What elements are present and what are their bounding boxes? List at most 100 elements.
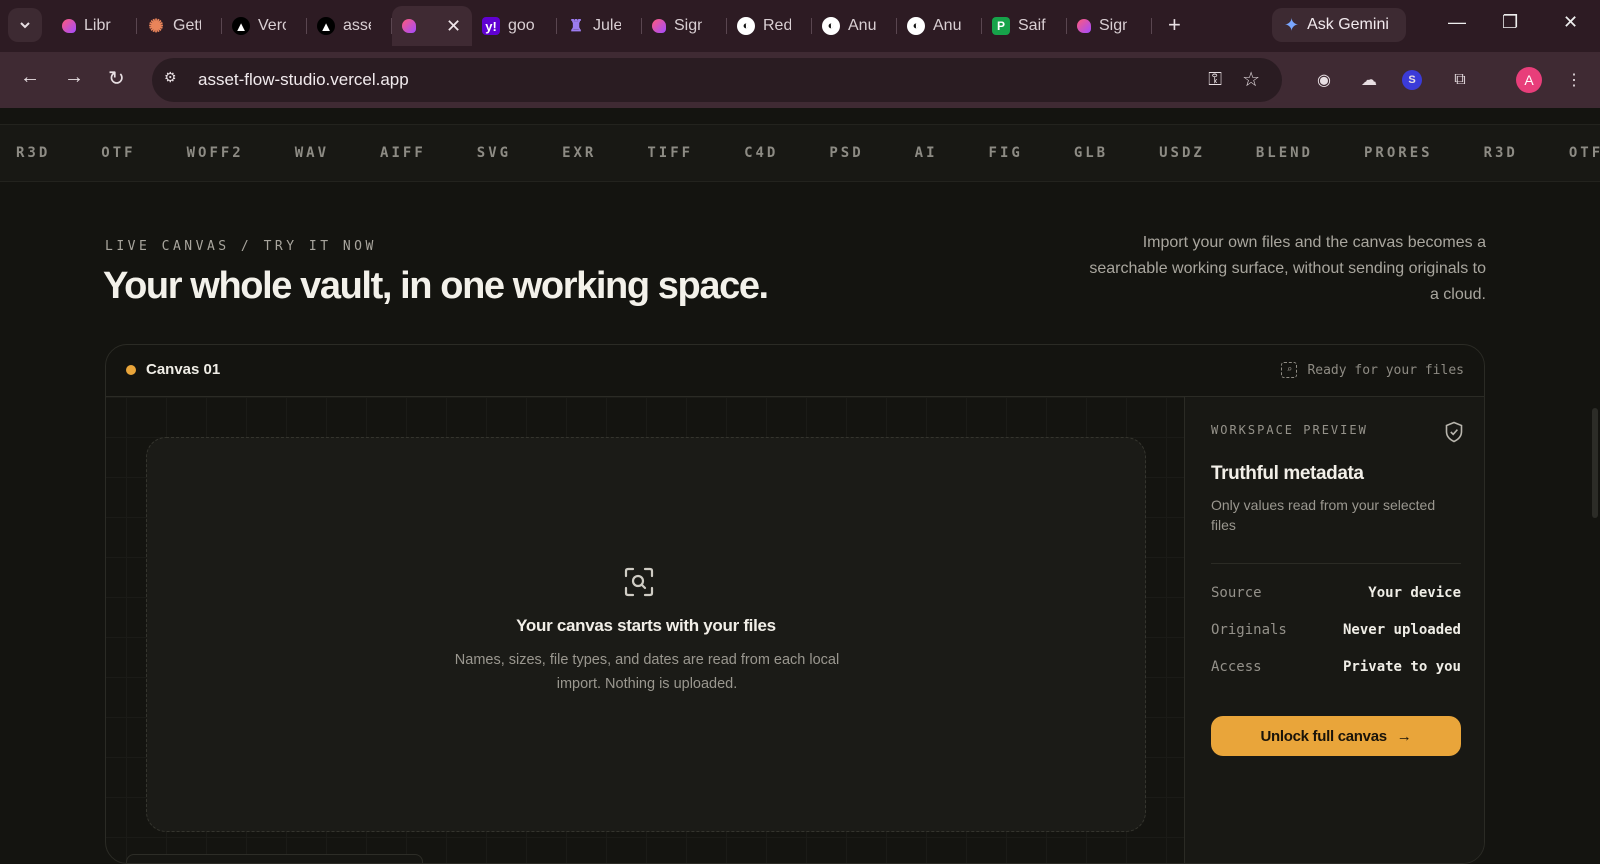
tab-label: Anu [848,17,876,34]
password-key-icon[interactable]: ⚿ [1208,69,1222,90]
lovable-icon [62,19,76,33]
scan-icon: ⌕ [1281,362,1298,378]
file-dropzone[interactable]: Your canvas starts with your files Names… [146,437,1146,832]
format-label: BLEND [1255,145,1313,161]
page-scrollbar[interactable] [1592,408,1598,518]
format-label: GLB [1073,145,1109,161]
browser-tab[interactable]: ✕ [392,6,472,46]
meta-key: Source [1211,585,1262,601]
address-bar[interactable]: ⚙ asset-flow-studio.vercel.app ⚿ ☆ [152,58,1282,102]
format-label: C4D [744,145,779,161]
url-text[interactable]: asset-flow-studio.vercel.app [198,70,409,90]
format-marquee: R3D OTF WOFF2 WAV AIFF SVG EXR TIFF C4D PSD AI FIG G… [0,124,1600,182]
format-label: USDZ [1159,145,1205,161]
browser-tab[interactable]: ◐ Anu [897,6,982,46]
github-icon: ◐ [737,17,755,35]
browser-tab[interactable]: Sign [1067,6,1152,46]
hero-intro: Import your own files and the canvas bec… [1089,234,1486,303]
lovable-icon [1077,19,1091,33]
workspace-preview-panel: WORKSPACE PREVIEW Truthful metadata Only… [1184,397,1484,863]
profile-initial: A [1524,72,1534,88]
format-label: AI [914,145,938,161]
bookmark-star-icon[interactable]: ☆ [1242,67,1260,92]
back-arrow-icon[interactable]: ← [20,66,40,89]
menu-kebab-icon[interactable]: ⋮ [1562,68,1586,92]
empty-state-title: Your canvas starts with your files [516,616,776,635]
extension-cloud-icon[interactable]: ☁ [1357,68,1381,92]
browser-tab[interactable]: ✺ Gett [137,6,222,46]
format-label: TIFF [647,145,694,161]
tab-label: Anu [933,17,961,34]
format-label: R3D [1483,145,1518,161]
tab-strip: Libr ✺ Gett ▲ Verc ▲ asse ✕ y! goo ♜ Jule Sign ◐ Red ◐ A… [52,6,1152,46]
github-icon: ◐ [907,17,925,35]
tab-label: Saif [1018,17,1046,34]
format-label: AIFF [380,145,426,161]
meta-row-source: Source Your device [1211,585,1461,601]
browser-tab[interactable]: Sign [642,6,727,46]
unlock-full-canvas-button[interactable]: Unlock full canvas → [1211,716,1461,756]
browser-tab[interactable]: ◐ Red [727,6,812,46]
shield-check-icon [1445,421,1463,443]
jules-icon: ♜ [568,18,584,35]
format-label: OTF [101,145,136,161]
extension-disc-icon[interactable]: ◉ [1312,68,1336,92]
gemini-sparkle-icon: ✦ [1284,14,1300,35]
tab-label: Sign [674,17,702,34]
format-label: PSD [829,145,864,161]
browser-tab[interactable]: Libr [52,6,137,46]
meta-value: Your device [1368,585,1461,601]
unlock-button-label: Unlock full canvas [1260,727,1387,745]
panel-divider [1211,563,1461,564]
panel-title: Truthful metadata [1211,463,1364,484]
meta-row-originals: Originals Never uploaded [1211,622,1461,638]
browser-tab[interactable]: P Saif [982,6,1067,46]
canvas-grid: Your canvas starts with your files Names… [106,397,1184,863]
tab-label: goo [508,17,535,34]
hero-headline: Your whole vault, in one working space. [103,265,769,307]
site-settings-icon[interactable]: ⚙ [164,69,186,91]
format-label: OTF [1568,145,1600,161]
extension-s-icon[interactable]: S [1402,70,1422,90]
browser-tab[interactable]: ◐ Anu [812,6,897,46]
tab-label: Sign [1099,17,1127,34]
tab-search-button[interactable] [8,8,42,42]
vercel-icon: ▲ [317,17,335,35]
hero-eyebrow: LIVE CANVAS / TRY IT NOW [105,239,377,254]
tab-label: Jule [593,17,621,34]
format-label: SVG [476,145,512,161]
empty-state-description: Names, sizes, file types, and dates are … [454,652,840,692]
claude-icon: ✺ [148,15,164,36]
reload-icon[interactable]: ↻ [108,66,125,91]
panel-description: Only values read from your selected file… [1211,497,1436,533]
extension-s-label: S [1408,74,1416,86]
browser-toolbar: ← → ↻ ⚙ asset-flow-studio.vercel.app ⚿ ☆… [0,52,1600,108]
yahoo-icon: y! [482,17,500,35]
tab-label: Libr [84,17,111,34]
tab-label: Verc [258,17,286,34]
format-label: PRORES [1364,145,1433,161]
extensions-puzzle-icon[interactable]: ⧉ [1448,68,1472,92]
close-window-icon[interactable]: ✕ [1563,12,1578,33]
lovable-icon [402,19,416,33]
tab-label: asse [343,17,371,34]
profile-avatar[interactable]: A [1516,67,1542,93]
minimize-icon[interactable]: — [1448,12,1466,33]
canvas-card: Canvas 01 ⌕ Ready for your files Your ca… [105,344,1485,864]
ask-gemini-button[interactable]: ✦ Ask Gemini [1272,8,1406,42]
arrow-right-icon: → [1396,727,1412,745]
browser-tab[interactable]: y! goo [472,6,557,46]
restore-icon[interactable]: ❐ [1502,12,1518,33]
close-tab-icon[interactable]: ✕ [446,16,461,37]
forward-arrow-icon[interactable]: → [64,66,84,89]
new-tab-button[interactable]: + [1168,12,1181,38]
browser-tab[interactable]: ♜ Jule [557,6,642,46]
meta-key: Originals [1211,622,1287,638]
lovable-icon [652,19,666,33]
format-label: WOFF2 [186,145,244,161]
browser-tab[interactable]: ▲ Verc [222,6,307,46]
page-content: R3D OTF WOFF2 WAV AIFF SVG EXR TIFF C4D PSD AI FIG G… [0,108,1600,864]
vercel-icon: ▲ [232,17,250,35]
browser-tab[interactable]: ▲ asse [307,6,392,46]
meta-key: Access [1211,659,1262,675]
